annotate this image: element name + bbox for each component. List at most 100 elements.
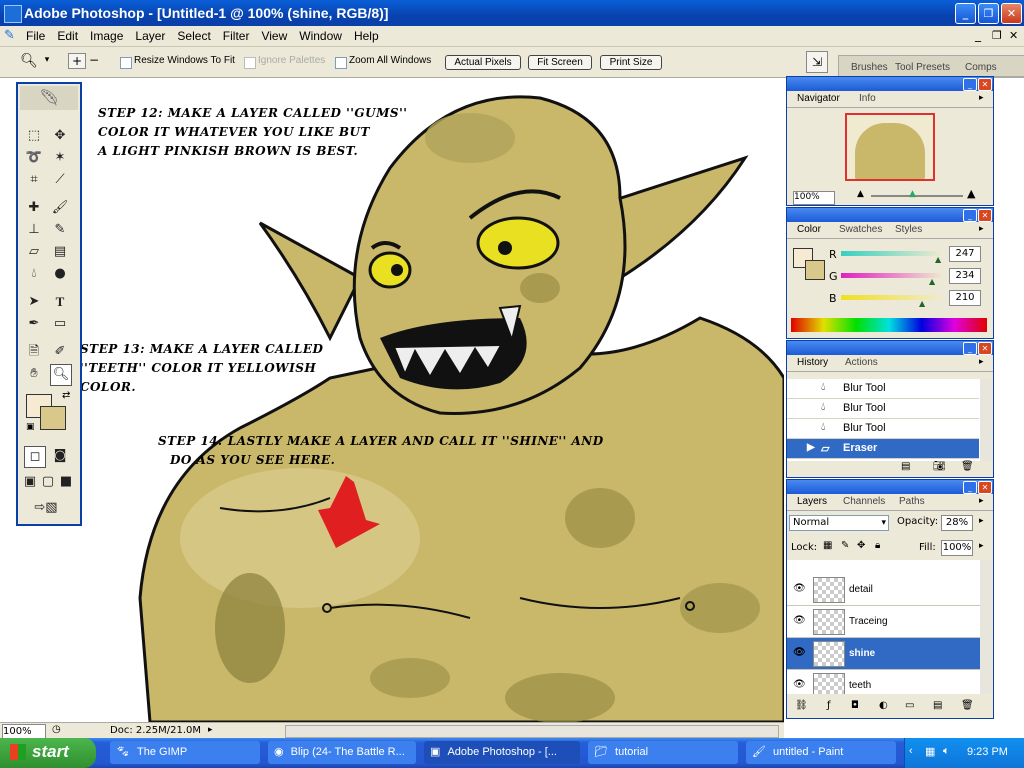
b-slider-thumb[interactable]: ▲: [919, 299, 925, 308]
layer-mask-icon[interactable]: ◘: [851, 700, 859, 711]
volume-icon[interactable]: 🔈︎: [943, 745, 950, 758]
layers-close-button[interactable]: ✕: [978, 481, 992, 494]
zoom-tool-selected-icon[interactable]: 🔍︎: [50, 364, 72, 386]
eye-icon[interactable]: 👁︎: [793, 615, 806, 626]
notes-tool-icon[interactable]: 🗎︎: [24, 342, 44, 362]
document-menu-icon[interactable]: ✎: [4, 28, 20, 44]
blur-tool-icon[interactable]: 💧︎: [24, 264, 44, 284]
resize-windows-checkbox[interactable]: [120, 57, 132, 69]
type-tool-icon[interactable]: T: [50, 292, 70, 312]
lock-all-icon[interactable]: 🔒︎: [875, 540, 880, 551]
doc-minimize-icon[interactable]: _: [975, 28, 981, 42]
color-minimize-button[interactable]: _: [963, 209, 977, 222]
g-slider[interactable]: [841, 273, 943, 278]
magic-wand-tool-icon[interactable]: ✶: [50, 148, 70, 168]
tab-actions[interactable]: Actions: [845, 357, 878, 368]
layers-menu-icon[interactable]: ▸: [979, 496, 984, 506]
menu-file[interactable]: File: [20, 26, 51, 46]
tab-history[interactable]: History: [797, 357, 828, 368]
tab-color[interactable]: Color: [797, 224, 821, 235]
menu-image[interactable]: Image: [84, 26, 129, 46]
tab-layers[interactable]: Layers: [797, 496, 827, 507]
navigator-zoom-out-icon[interactable]: ▲: [857, 189, 864, 199]
blend-mode-select[interactable]: Normal ▾: [789, 515, 889, 531]
navigator-zoom-value[interactable]: 100%: [793, 191, 835, 205]
color-close-button[interactable]: ✕: [978, 209, 992, 222]
status-menu-icon[interactable]: ▸: [208, 725, 213, 735]
doc-close-icon[interactable]: ✕: [1009, 29, 1018, 42]
b-slider[interactable]: [841, 295, 943, 300]
ignore-palettes-checkbox[interactable]: [244, 57, 256, 69]
menu-layer[interactable]: Layer: [129, 26, 171, 46]
history-close-button[interactable]: ✕: [978, 342, 992, 355]
eye-icon[interactable]: 👁︎: [793, 647, 806, 658]
tab-channels[interactable]: Channels: [843, 496, 885, 507]
navigator-view-box[interactable]: [845, 113, 935, 181]
doc-restore-icon[interactable]: ❐: [992, 29, 1002, 42]
dock-tab-brushes[interactable]: Brushes: [851, 62, 888, 73]
zoom-in-icon[interactable]: +: [68, 53, 86, 69]
navigator-menu-icon[interactable]: ▸: [979, 93, 984, 103]
new-layer-icon[interactable]: ▤: [933, 700, 942, 711]
new-document-from-state-icon[interactable]: ▤: [901, 461, 910, 472]
minimize-button[interactable]: _: [955, 3, 976, 24]
hand-tool-icon[interactable]: ✋︎: [24, 364, 44, 384]
crop-tool-icon[interactable]: ⌗: [24, 170, 44, 190]
delete-state-icon[interactable]: 🗑︎: [961, 461, 974, 472]
opacity-field[interactable]: 28%: [941, 515, 973, 531]
gradient-tool-icon[interactable]: ▤: [50, 242, 70, 262]
color-menu-icon[interactable]: ▸: [979, 224, 984, 234]
lock-image-icon[interactable]: ✎: [841, 540, 849, 551]
r-slider[interactable]: [841, 251, 943, 256]
tab-info[interactable]: Info: [859, 93, 876, 104]
history-scrollbar[interactable]: [980, 379, 992, 461]
tray-expand-icon[interactable]: ‹: [909, 745, 913, 757]
navigator-minimize-button[interactable]: _: [963, 78, 977, 91]
adjustment-layer-icon[interactable]: ◐: [879, 700, 888, 711]
brush-tool-icon[interactable]: 🖌︎: [50, 198, 70, 218]
status-info-icon[interactable]: ◷: [52, 724, 61, 735]
tool-preset-dropdown-icon[interactable]: ▾: [42, 55, 52, 65]
history-minimize-button[interactable]: _: [963, 342, 977, 355]
tray-icon[interactable]: ▦: [925, 745, 935, 758]
horizontal-scrollbar[interactable]: [285, 725, 779, 738]
menu-view[interactable]: View: [255, 26, 293, 46]
healing-brush-tool-icon[interactable]: ✚: [24, 198, 44, 218]
path-selection-tool-icon[interactable]: ➤: [24, 292, 44, 312]
lock-position-icon[interactable]: ✥: [857, 540, 865, 551]
file-browser-icon[interactable]: ⇲: [806, 51, 828, 73]
dodge-tool-icon[interactable]: ●: [50, 264, 70, 284]
fill-arrow-icon[interactable]: ▸: [979, 541, 984, 551]
link-layers-icon[interactable]: ⛓︎: [795, 700, 808, 711]
layer-style-icon[interactable]: ƒ: [827, 700, 831, 711]
navigator-zoom-slider[interactable]: [871, 195, 963, 197]
slice-tool-icon[interactable]: ⟋: [50, 170, 70, 190]
marquee-tool-icon[interactable]: ⬚: [24, 126, 44, 146]
history-item[interactable]: 💧︎ Blur Tool: [787, 399, 979, 419]
tab-navigator[interactable]: Navigator: [797, 93, 840, 104]
new-snapshot-icon[interactable]: 📷︎: [933, 461, 946, 472]
layer-row-selected[interactable]: 👁︎ shine: [787, 638, 980, 670]
r-slider-thumb[interactable]: ▲: [935, 255, 941, 264]
pen-tool-icon[interactable]: ✒: [24, 314, 44, 334]
layer-row[interactable]: 👁︎ teeth: [787, 670, 980, 694]
status-zoom-field[interactable]: 100%: [2, 724, 46, 739]
delete-layer-icon[interactable]: 🗑︎: [961, 700, 974, 711]
task-tutorial-folder[interactable]: 📁︎ tutorial: [588, 741, 738, 764]
close-button[interactable]: ✕: [1001, 3, 1022, 24]
menu-help[interactable]: Help: [348, 26, 385, 46]
layer-row[interactable]: 👁︎ Traceing: [787, 606, 980, 638]
menu-edit[interactable]: Edit: [51, 26, 84, 46]
r-value-field[interactable]: 247: [949, 246, 981, 262]
history-menu-icon[interactable]: ▸: [979, 357, 984, 367]
history-item[interactable]: 💧︎ Blur Tool: [787, 419, 979, 439]
color-spectrum-ramp[interactable]: [791, 318, 987, 332]
navigator-close-button[interactable]: ✕: [978, 78, 992, 91]
swap-colors-icon[interactable]: ⇄: [62, 390, 70, 401]
eye-icon[interactable]: 👁︎: [793, 679, 806, 690]
background-color-swatch[interactable]: [40, 406, 66, 430]
menu-window[interactable]: Window: [293, 26, 348, 46]
fit-screen-button[interactable]: Fit Screen: [528, 55, 592, 70]
screen-mode-full-menu-icon[interactable]: ▢: [40, 472, 56, 492]
layers-scrollbar[interactable]: [980, 560, 992, 694]
